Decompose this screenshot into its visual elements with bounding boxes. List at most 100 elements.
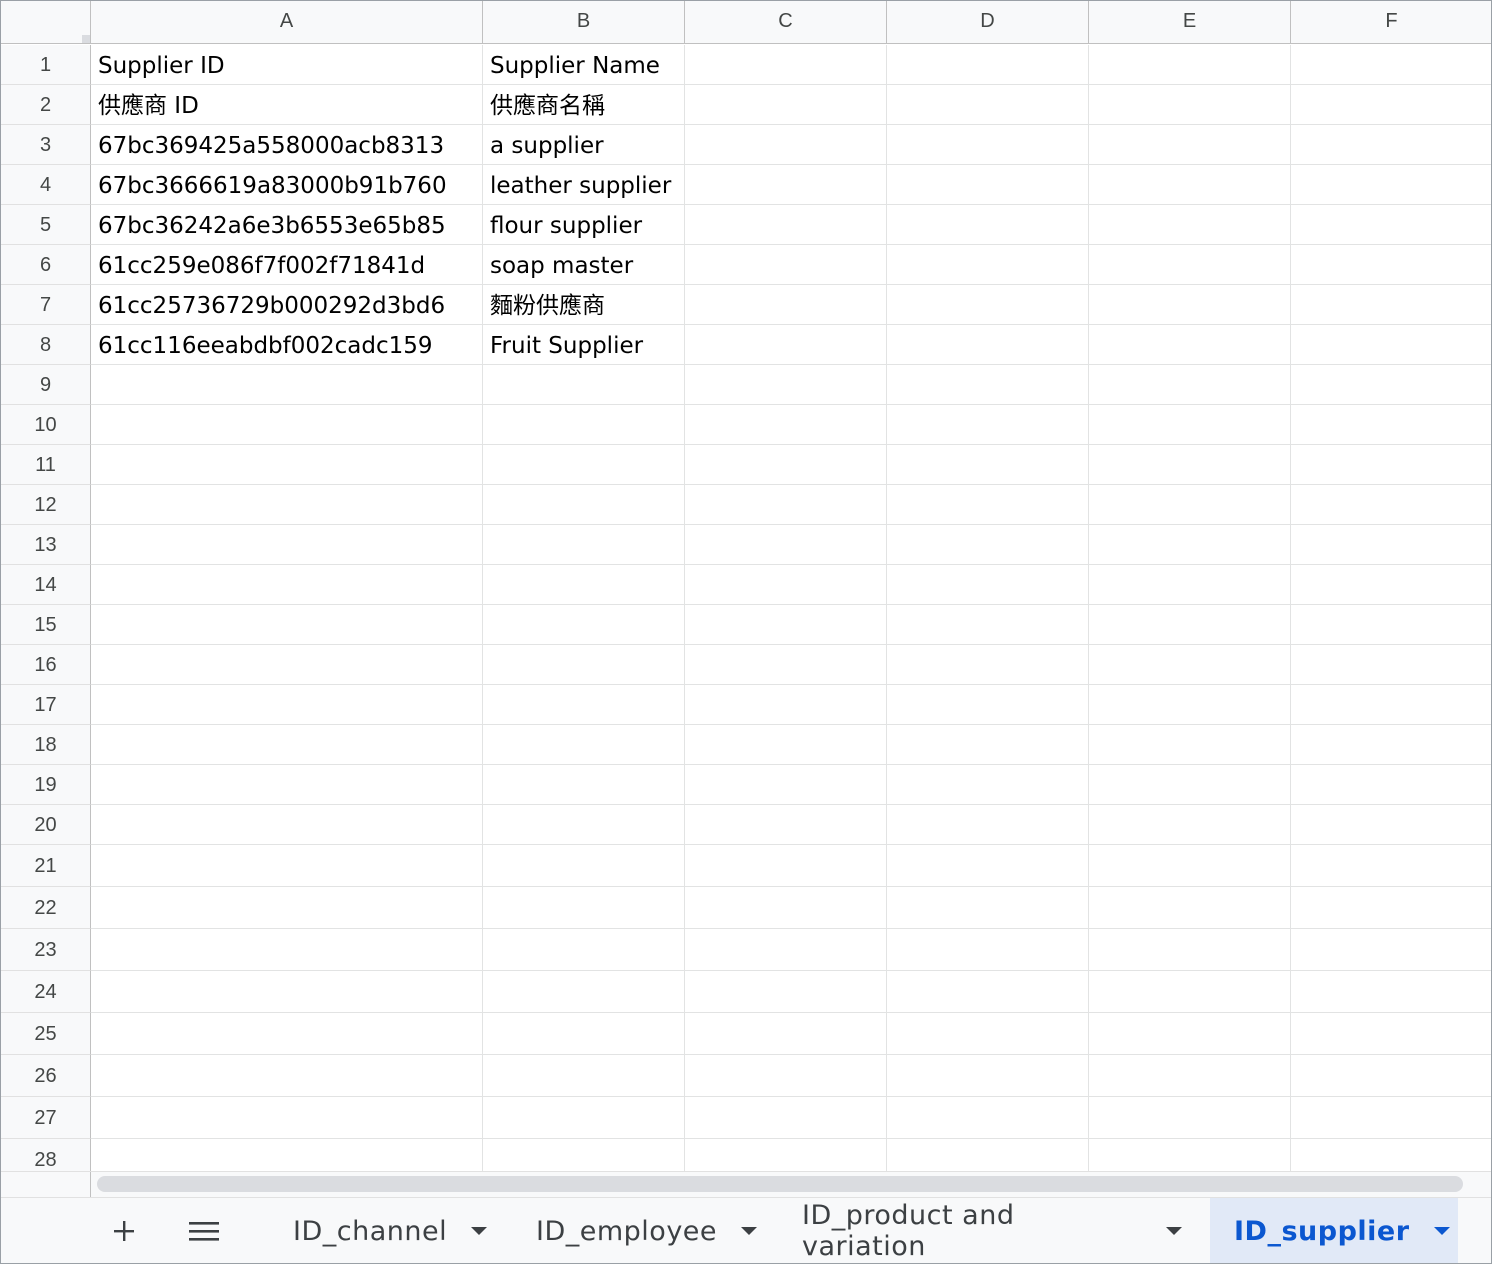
cell-a3[interactable]: 67bc369425a558000acb8313 xyxy=(91,125,483,165)
cell-f21[interactable] xyxy=(1291,845,1491,887)
cell-f22[interactable] xyxy=(1291,887,1491,929)
cell-b22[interactable] xyxy=(483,887,685,929)
cell-e11[interactable] xyxy=(1089,445,1291,485)
cell-d20[interactable] xyxy=(887,805,1089,845)
cell-c3[interactable] xyxy=(685,125,887,165)
row-header-8[interactable]: 8 xyxy=(1,325,91,365)
cell-f25[interactable] xyxy=(1291,1013,1491,1055)
row-header-5[interactable]: 5 xyxy=(1,205,91,245)
cell-c14[interactable] xyxy=(685,565,887,605)
cell-d21[interactable] xyxy=(887,845,1089,887)
cell-a24[interactable] xyxy=(91,971,483,1013)
cell-d2[interactable] xyxy=(887,85,1089,125)
row-header-23[interactable]: 23 xyxy=(1,929,91,971)
cell-f11[interactable] xyxy=(1291,445,1491,485)
cell-c13[interactable] xyxy=(685,525,887,565)
cell-a4[interactable]: 67bc3666619a83000b91b760 xyxy=(91,165,483,205)
all-sheets-button[interactable] xyxy=(176,1198,232,1263)
cell-e27[interactable] xyxy=(1089,1097,1291,1139)
cell-a1[interactable]: Supplier ID xyxy=(91,45,483,85)
cell-c15[interactable] xyxy=(685,605,887,645)
caret-down-icon[interactable] xyxy=(1166,1227,1182,1235)
row-header-1[interactable]: 1 xyxy=(1,45,91,85)
cell-a17[interactable] xyxy=(91,685,483,725)
cell-e13[interactable] xyxy=(1089,525,1291,565)
cell-f27[interactable] xyxy=(1291,1097,1491,1139)
cell-c18[interactable] xyxy=(685,725,887,765)
cell-f7[interactable] xyxy=(1291,285,1491,325)
cell-c27[interactable] xyxy=(685,1097,887,1139)
row-header-7[interactable]: 7 xyxy=(1,285,91,325)
cell-c23[interactable] xyxy=(685,929,887,971)
horizontal-scrollbar[interactable] xyxy=(1,1171,1491,1198)
cell-b25[interactable] xyxy=(483,1013,685,1055)
cell-e23[interactable] xyxy=(1089,929,1291,971)
cell-f12[interactable] xyxy=(1291,485,1491,525)
cell-c12[interactable] xyxy=(685,485,887,525)
cell-c20[interactable] xyxy=(685,805,887,845)
cell-f17[interactable] xyxy=(1291,685,1491,725)
row-header-26[interactable]: 26 xyxy=(1,1055,91,1097)
cell-d10[interactable] xyxy=(887,405,1089,445)
cell-f13[interactable] xyxy=(1291,525,1491,565)
cell-a6[interactable]: 61cc259e086f7f002f71841d xyxy=(91,245,483,285)
cell-d8[interactable] xyxy=(887,325,1089,365)
cell-c26[interactable] xyxy=(685,1055,887,1097)
cell-b18[interactable] xyxy=(483,725,685,765)
cell-f19[interactable] xyxy=(1291,765,1491,805)
cell-b23[interactable] xyxy=(483,929,685,971)
cell-c25[interactable] xyxy=(685,1013,887,1055)
cell-b5[interactable]: flour supplier xyxy=(483,205,685,245)
cell-e14[interactable] xyxy=(1089,565,1291,605)
column-header-c[interactable]: C xyxy=(685,1,887,44)
cell-e9[interactable] xyxy=(1089,365,1291,405)
cell-e19[interactable] xyxy=(1089,765,1291,805)
cell-e8[interactable] xyxy=(1089,325,1291,365)
cell-a9[interactable] xyxy=(91,365,483,405)
cell-b11[interactable] xyxy=(483,445,685,485)
cell-b14[interactable] xyxy=(483,565,685,605)
cell-f24[interactable] xyxy=(1291,971,1491,1013)
cell-d25[interactable] xyxy=(887,1013,1089,1055)
row-header-19[interactable]: 19 xyxy=(1,765,91,805)
cell-c11[interactable] xyxy=(685,445,887,485)
cell-c7[interactable] xyxy=(685,285,887,325)
row-header-14[interactable]: 14 xyxy=(1,565,91,605)
cell-f1[interactable] xyxy=(1291,45,1491,85)
cell-c22[interactable] xyxy=(685,887,887,929)
cell-a26[interactable] xyxy=(91,1055,483,1097)
cell-d24[interactable] xyxy=(887,971,1089,1013)
cell-c24[interactable] xyxy=(685,971,887,1013)
cell-b17[interactable] xyxy=(483,685,685,725)
cell-d22[interactable] xyxy=(887,887,1089,929)
cell-d13[interactable] xyxy=(887,525,1089,565)
cell-b10[interactable] xyxy=(483,405,685,445)
cell-e26[interactable] xyxy=(1089,1055,1291,1097)
cell-d27[interactable] xyxy=(887,1097,1089,1139)
cell-d4[interactable] xyxy=(887,165,1089,205)
cell-e4[interactable] xyxy=(1089,165,1291,205)
cell-f16[interactable] xyxy=(1291,645,1491,685)
cell-f8[interactable] xyxy=(1291,325,1491,365)
cell-a18[interactable] xyxy=(91,725,483,765)
tab-id-channel[interactable]: ID_channel xyxy=(271,1198,517,1263)
cell-d11[interactable] xyxy=(887,445,1089,485)
cell-f6[interactable] xyxy=(1291,245,1491,285)
row-header-21[interactable]: 21 xyxy=(1,845,91,887)
cell-e18[interactable] xyxy=(1089,725,1291,765)
cell-f2[interactable] xyxy=(1291,85,1491,125)
cell-e15[interactable] xyxy=(1089,605,1291,645)
cell-c9[interactable] xyxy=(685,365,887,405)
cell-a19[interactable] xyxy=(91,765,483,805)
cell-a10[interactable] xyxy=(91,405,483,445)
scrollbar-thumb[interactable] xyxy=(97,1176,1463,1192)
cell-d14[interactable] xyxy=(887,565,1089,605)
cell-a21[interactable] xyxy=(91,845,483,887)
cell-b6[interactable]: soap master xyxy=(483,245,685,285)
cell-a23[interactable] xyxy=(91,929,483,971)
cell-e22[interactable] xyxy=(1089,887,1291,929)
row-header-24[interactable]: 24 xyxy=(1,971,91,1013)
cell-b8[interactable]: Fruit Supplier xyxy=(483,325,685,365)
cell-e6[interactable] xyxy=(1089,245,1291,285)
cell-b27[interactable] xyxy=(483,1097,685,1139)
